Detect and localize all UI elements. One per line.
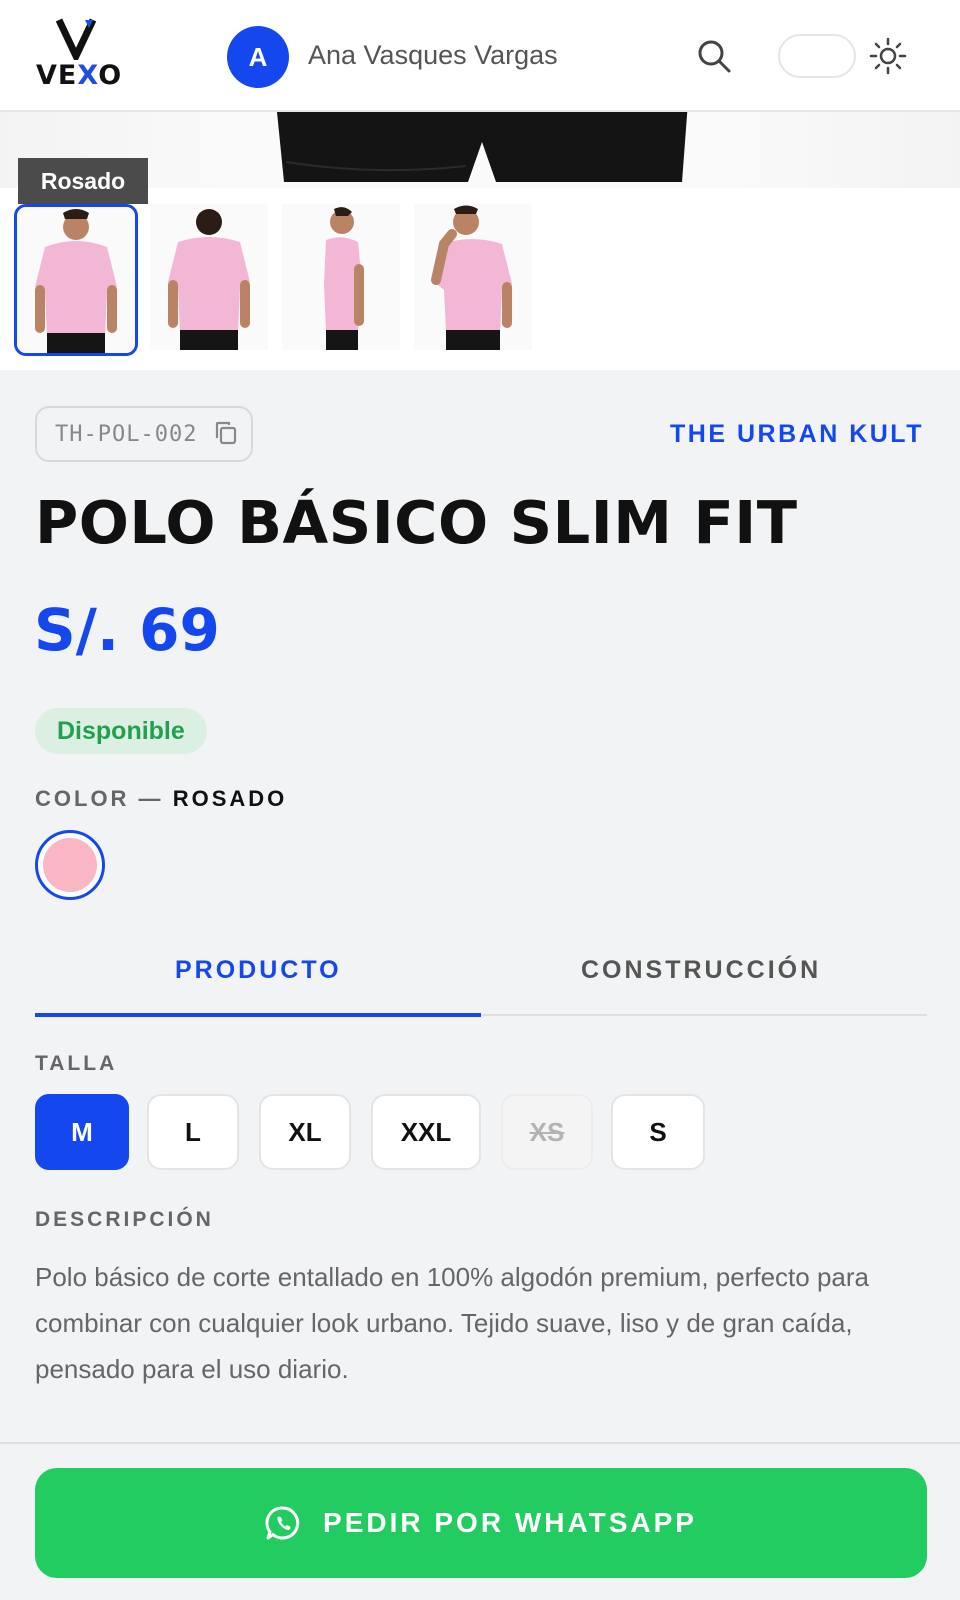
product-gallery: Rosado (0, 112, 960, 370)
size-s[interactable]: S (611, 1094, 705, 1170)
pants-image (277, 112, 688, 182)
vexo-logo[interactable]: VEXO (34, 16, 122, 96)
description-text: Polo básico de corte entallado en 100% a… (35, 1262, 869, 1384)
color-value: ROSADO (172, 786, 288, 811)
copy-icon[interactable] (213, 420, 239, 446)
whatsapp-order-button[interactable]: PEDIR POR WHATSAPP (35, 1468, 927, 1578)
logo-v-mark (56, 18, 96, 60)
bottom-bar: PEDIR POR WHATSAPP (0, 1442, 960, 1600)
product-price: S/. 69 (34, 596, 220, 664)
thumb-pose[interactable] (414, 204, 538, 356)
tab-producto[interactable]: PRODUCTO (175, 956, 342, 985)
color-label: COLOR — ROSADO (35, 786, 287, 812)
size-m[interactable]: M (35, 1094, 129, 1170)
stock-badge: Disponible (35, 708, 207, 754)
sku-text: TH-POL-002 (55, 422, 198, 447)
size-xl[interactable]: XL (259, 1094, 351, 1170)
sun-icon[interactable] (868, 36, 908, 76)
size-label: TALLA (35, 1052, 118, 1075)
logo-text: VEXO (36, 60, 123, 91)
color-swatch-rosado[interactable] (35, 830, 105, 900)
size-xs: XS (501, 1094, 593, 1170)
product-title: POLO BÁSICO SLIM FIT (35, 488, 798, 557)
size-l[interactable]: L (147, 1094, 239, 1170)
sku-chip[interactable]: TH-POL-002 (35, 406, 253, 462)
tab-construccion[interactable]: CONSTRUCCIÓN (581, 956, 821, 985)
product-tabs: PRODUCTO CONSTRUCCIÓN (35, 940, 927, 1017)
top-header: VEXO A Ana Vasques Vargas (0, 0, 960, 112)
avatar[interactable]: A (227, 26, 289, 88)
description-label: DESCRIPCIÓN (35, 1208, 214, 1231)
whatsapp-icon (265, 1506, 300, 1540)
thumb-back[interactable] (150, 204, 274, 356)
thumb-side[interactable] (282, 204, 406, 356)
color-label-prefix: COLOR — (35, 786, 164, 811)
color-tag: Rosado (18, 158, 148, 204)
size-xxl[interactable]: XXL (371, 1094, 481, 1170)
whatsapp-button-label: PEDIR POR WHATSAPP (323, 1507, 697, 1538)
active-tab-indicator (35, 1013, 481, 1017)
user-name: Ana Vasques Vargas (308, 40, 558, 70)
brand-link[interactable]: THE URBAN KULT (670, 420, 924, 449)
search-icon[interactable] (694, 36, 734, 76)
thumb-front[interactable] (14, 204, 138, 356)
swatch-fill (43, 838, 97, 892)
theme-toggle[interactable] (778, 34, 856, 78)
